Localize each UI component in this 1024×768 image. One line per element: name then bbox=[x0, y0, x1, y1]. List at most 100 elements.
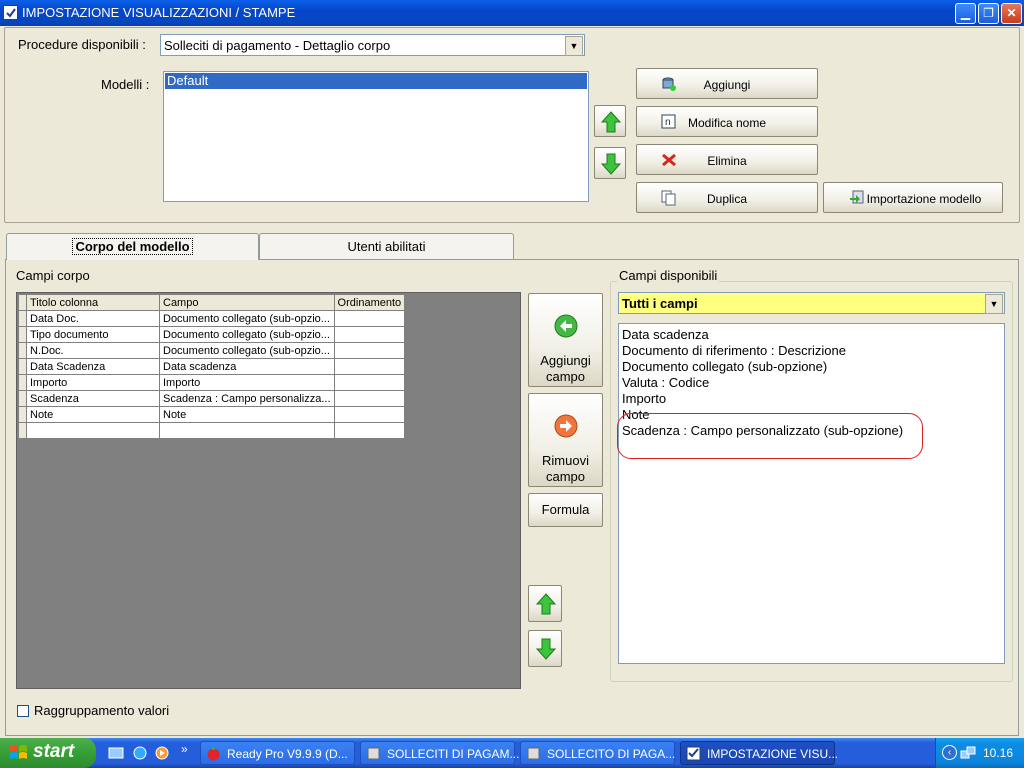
aggiungi-campo-button[interactable]: Aggiungi campo bbox=[528, 293, 603, 387]
cell-titolo[interactable]: Note bbox=[26, 406, 160, 423]
tab-corpo-del-modello[interactable]: Corpo del modello bbox=[6, 233, 259, 260]
cell-ordinamento[interactable] bbox=[333, 342, 406, 359]
cell-campo[interactable]: Importo bbox=[159, 374, 335, 391]
importazione-modello-button[interactable]: Importazione modello bbox=[823, 182, 1003, 213]
cell-titolo[interactable]: Data Scadenza bbox=[26, 358, 160, 375]
duplica-button[interactable]: Duplica bbox=[636, 182, 818, 213]
cell-ordinamento[interactable] bbox=[333, 358, 406, 375]
elimina-label: Elimina bbox=[707, 154, 747, 168]
procedure-value: Solleciti di pagamento - Dettaglio corpo bbox=[164, 38, 391, 53]
minimize-button[interactable]: ▁ bbox=[955, 3, 976, 24]
tab-utenti-abilitati[interactable]: Utenti abilitati bbox=[259, 233, 514, 259]
aggiungi-campo-line2: campo bbox=[545, 369, 586, 384]
cell-titolo[interactable]: Data Doc. bbox=[26, 310, 160, 327]
taskbar-item-sollecito[interactable]: SOLLECITO DI PAGA... bbox=[520, 741, 675, 765]
taskbar-item-impostazione[interactable]: IMPOSTAZIONE VISU... bbox=[680, 741, 838, 765]
cell-ordinamento[interactable] bbox=[333, 326, 406, 343]
network-icon[interactable] bbox=[960, 745, 976, 761]
cell-titolo[interactable]: Importo bbox=[26, 374, 160, 391]
cell-campo[interactable]: Documento collegato (sub-opzio... bbox=[159, 342, 335, 359]
arrow-up-icon bbox=[601, 111, 621, 133]
column-header-ordinamento[interactable]: Ordinamento bbox=[333, 294, 406, 311]
close-button[interactable]: ✕ bbox=[1001, 3, 1022, 24]
table-row[interactable]: N.Doc. Documento collegato (sub-opzio... bbox=[18, 342, 406, 359]
formula-label: Formula bbox=[541, 502, 590, 517]
row-header[interactable] bbox=[18, 310, 27, 327]
cell-ordinamento[interactable] bbox=[333, 422, 406, 439]
aggiungi-label: Aggiungi bbox=[703, 78, 751, 92]
list-item[interactable]: Documento di riferimento : Descrizione bbox=[622, 343, 846, 358]
row-header[interactable] bbox=[18, 326, 27, 343]
row-header[interactable] bbox=[18, 422, 27, 439]
cell-campo[interactable]: Scadenza : Campo personalizza... bbox=[159, 390, 335, 407]
cell-campo[interactable]: Documento collegato (sub-opzio... bbox=[159, 310, 335, 327]
column-header-titolo[interactable]: Titolo colonna bbox=[26, 294, 160, 311]
modifica-nome-label: Modifica nome bbox=[687, 116, 767, 130]
row-header[interactable] bbox=[18, 374, 27, 391]
row-header[interactable] bbox=[18, 342, 27, 359]
campi-corpo-grid[interactable]: Titolo colonna Campo Ordinamento Data Do… bbox=[16, 292, 521, 689]
modifica-nome-button[interactable]: n Modifica nome bbox=[636, 106, 818, 137]
taskbar-item-label: SOLLECITI DI PAGAM... bbox=[387, 747, 520, 761]
table-row[interactable]: Importo Importo bbox=[18, 374, 406, 391]
table-row[interactable]: Tipo documento Documento collegato (sub-o… bbox=[18, 326, 406, 343]
cell-ordinamento[interactable] bbox=[333, 406, 406, 423]
aggiungi-button[interactable]: Aggiungi bbox=[636, 68, 818, 99]
cell-campo[interactable] bbox=[159, 422, 335, 439]
start-label: start bbox=[33, 741, 75, 762]
list-item[interactable]: Default bbox=[165, 73, 587, 89]
start-button[interactable]: start bbox=[0, 738, 96, 768]
table-row[interactable]: Note Note bbox=[18, 406, 406, 423]
row-header[interactable] bbox=[18, 358, 27, 375]
cell-campo[interactable]: Data scadenza bbox=[159, 358, 335, 375]
available-fields-list[interactable]: Data scadenza Documento di riferimento : … bbox=[618, 323, 1005, 664]
cell-titolo[interactable] bbox=[26, 422, 160, 439]
desktop-icon[interactable] bbox=[108, 745, 124, 761]
column-header-campo[interactable]: Campo bbox=[159, 294, 335, 311]
list-item[interactable]: Importo bbox=[622, 391, 666, 406]
modelli-label: Modelli : bbox=[101, 77, 150, 92]
cell-titolo[interactable]: Tipo documento bbox=[26, 326, 160, 343]
media-player-icon[interactable] bbox=[154, 745, 170, 761]
move-field-down-button[interactable] bbox=[528, 630, 562, 667]
restore-button[interactable]: ❐ bbox=[978, 3, 999, 24]
internet-explorer-icon[interactable] bbox=[132, 745, 148, 761]
chevron-down-icon[interactable]: ▼ bbox=[985, 294, 1003, 314]
formula-button[interactable]: Formula bbox=[528, 493, 603, 527]
arrow-up-icon bbox=[536, 593, 556, 615]
fields-table[interactable]: Titolo colonna Campo Ordinamento Data Do… bbox=[18, 294, 406, 439]
cell-ordinamento[interactable] bbox=[333, 374, 406, 391]
chevron-down-icon[interactable]: ▼ bbox=[565, 36, 583, 56]
rimuovi-campo-button[interactable]: Rimuovi campo bbox=[528, 393, 603, 487]
raggruppamento-checkbox[interactable] bbox=[17, 705, 29, 717]
move-model-up-button[interactable] bbox=[594, 105, 626, 137]
table-row[interactable]: Scadenza Scadenza : Campo personalizza... bbox=[18, 390, 406, 407]
list-item[interactable]: Valuta : Codice bbox=[622, 375, 709, 390]
cell-titolo[interactable]: Scadenza bbox=[26, 390, 160, 407]
cell-titolo[interactable]: N.Doc. bbox=[26, 342, 160, 359]
table-row[interactable] bbox=[18, 422, 406, 439]
table-row[interactable]: Data Doc. Documento collegato (sub-opzio.… bbox=[18, 310, 406, 327]
table-row[interactable]: Data Scadenza Data scadenza bbox=[18, 358, 406, 375]
models-list[interactable]: Default bbox=[163, 71, 589, 202]
procedure-select[interactable]: Solleciti di pagamento - Dettaglio corpo… bbox=[160, 34, 585, 56]
list-item[interactable]: Data scadenza bbox=[622, 327, 709, 342]
cell-campo[interactable]: Documento collegato (sub-opzio... bbox=[159, 326, 335, 343]
app-check-icon bbox=[686, 746, 701, 761]
cell-ordinamento[interactable] bbox=[333, 390, 406, 407]
row-header[interactable] bbox=[18, 406, 27, 423]
field-filter-select[interactable]: Tutti i campi ▼ bbox=[618, 292, 1005, 314]
chevron-left-icon[interactable]: ‹ bbox=[942, 745, 957, 760]
elimina-button[interactable]: Elimina bbox=[636, 144, 818, 175]
taskbar-item-readypro[interactable]: Ready Pro V9.9.9 (D... bbox=[200, 741, 355, 765]
move-field-up-button[interactable] bbox=[528, 585, 562, 622]
cell-campo[interactable]: Note bbox=[159, 406, 335, 423]
move-model-down-button[interactable] bbox=[594, 147, 626, 179]
highlight-annotation bbox=[617, 413, 923, 459]
row-header[interactable] bbox=[18, 390, 27, 407]
more-icon[interactable]: » bbox=[181, 742, 188, 756]
cell-ordinamento[interactable] bbox=[333, 310, 406, 327]
taskbar-item-solleciti[interactable]: SOLLECITI DI PAGAM... bbox=[360, 741, 519, 765]
title-bar[interactable]: IMPOSTAZIONE VISUALIZZAZIONI / STAMPE ▁ … bbox=[0, 0, 1024, 26]
list-item[interactable]: Documento collegato (sub-opzione) bbox=[622, 359, 827, 374]
